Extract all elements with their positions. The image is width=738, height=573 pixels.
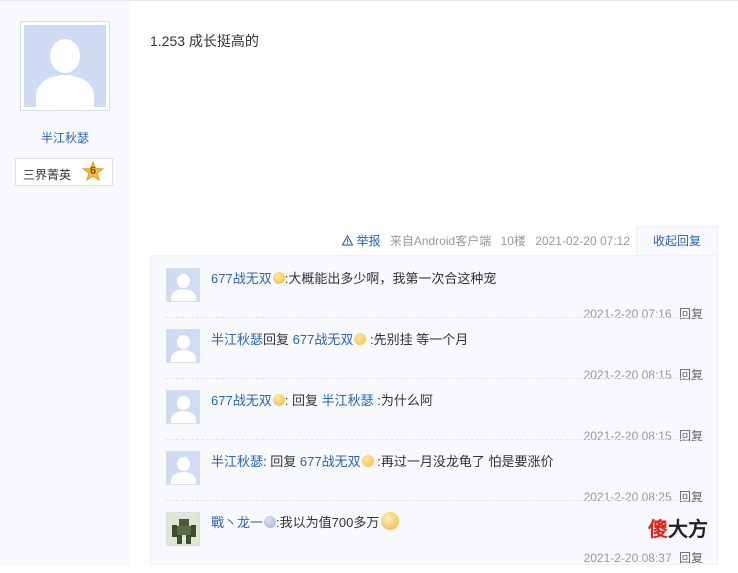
reply-username[interactable]: 半江秋瑟 <box>211 454 263 469</box>
reply-meta: 2021-2-20 08:15 回复 <box>584 427 703 444</box>
reply-avatar[interactable] <box>166 390 200 424</box>
list-item: 677战无双: 回复 半江秋瑟 :为什么阿 2021-2-20 08:15 回复 <box>166 390 703 451</box>
vip-icon <box>264 516 277 528</box>
badge-label: 三界菁英 <box>23 168 72 182</box>
reply-text: :再过一月没龙龟了 怕是要涨价 <box>377 454 554 469</box>
reply-avatar[interactable] <box>166 329 200 363</box>
watermark-red-text: 傻 <box>648 519 668 541</box>
reply-list: 677战无双 :大概能出多少啊，我第一次合这种宠 2021-2-20 07:16 … <box>150 255 718 565</box>
reply-text: :大概能出多少啊，我第一次合这种宠 <box>284 271 497 286</box>
emoji-icon <box>381 512 400 530</box>
reply-target[interactable]: 677战无双 <box>293 332 354 347</box>
reply-content: 677战无双 :大概能出多少啊，我第一次合这种宠 <box>211 268 496 287</box>
list-item: 半江秋瑟: 回复 677战无双 :再过一月没龙龟了 怕是要涨价 2021-2-2… <box>166 451 703 512</box>
reply-target[interactable]: 半江秋瑟 <box>322 393 374 408</box>
divider <box>166 317 703 319</box>
reply-avatar[interactable] <box>166 512 200 546</box>
reply-text: :先别挂 等一个月 <box>369 332 469 347</box>
reply-text: :为什么阿 <box>377 393 433 408</box>
warning-icon <box>341 234 354 246</box>
reply-button[interactable]: 回复 <box>679 551 703 565</box>
reply-content: 戰丶龙一 :我以为值700多万 <box>211 512 400 531</box>
watermark-black-text: 大方 <box>668 519 708 541</box>
reply-text: :我以为值700多万 <box>276 515 380 530</box>
divider <box>166 439 703 441</box>
reply-username[interactable]: 戰丶龙一 <box>211 515 263 530</box>
divider <box>166 378 703 380</box>
floor-number: 10楼 <box>500 234 526 248</box>
client-source[interactable]: 来自Android客户端 <box>390 234 491 248</box>
list-item: 戰丶龙一 :我以为值700多万 2021-2-20 08:37 回复 <box>166 512 703 573</box>
report-link[interactable]: 举报 <box>341 234 384 248</box>
reply-meta: 2021-2-20 08:37 回复 <box>584 549 703 566</box>
report-label: 举报 <box>356 234 381 248</box>
post-content: 1.253 成长挺高的 <box>150 33 259 49</box>
author-sidebar: 半江秋瑟 三界菁英 6 <box>0 1 130 565</box>
reply-content: 半江秋瑟回复 677战无双 :先别挂 等一个月 <box>211 329 468 348</box>
reply-username[interactable]: 677战无双 <box>211 393 272 408</box>
reply-meta: 2021-2-20 08:15 回复 <box>584 366 703 383</box>
reply-avatar[interactable] <box>166 451 200 485</box>
emoji-icon <box>361 455 374 467</box>
reply-username[interactable]: 677战无双 <box>211 271 272 286</box>
reply-content: 半江秋瑟: 回复 677战无双 :再过一月没龙龟了 怕是要涨价 <box>211 454 554 469</box>
reply-word: 回复 <box>263 332 290 347</box>
badge-level-number: 6 <box>89 165 97 177</box>
emoji-icon <box>354 333 367 345</box>
reply-target[interactable]: 677战无双 <box>300 454 361 469</box>
author-avatar[interactable] <box>20 21 110 111</box>
post-time: 2021-02-20 07:12 <box>535 234 630 248</box>
reply-meta: 2021-2-20 07:16 回复 <box>584 305 703 322</box>
level-badge[interactable]: 三界菁英 6 <box>15 158 113 186</box>
reply-meta: 2021-2-20 08:25 回复 <box>584 488 703 505</box>
mech-avatar-icon <box>167 513 199 545</box>
reply-avatar[interactable] <box>166 268 200 302</box>
reply-word: 回复 <box>270 454 297 469</box>
reply-username[interactable]: 半江秋瑟 <box>211 332 263 347</box>
reply-word: 回复 <box>291 393 318 408</box>
emoji-icon <box>272 272 285 284</box>
emoji-icon <box>272 394 285 406</box>
reply-content: 677战无双: 回复 半江秋瑟 :为什么阿 <box>211 393 433 408</box>
watermark-logo: 傻大方 <box>648 513 708 542</box>
collapse-replies-button[interactable]: 收起回复 <box>636 226 718 256</box>
reply-time: 2021-2-20 08:37 <box>583 551 672 565</box>
list-item: 半江秋瑟回复 677战无双 :先别挂 等一个月 2021-2-20 08:15 … <box>166 329 703 390</box>
author-username[interactable]: 半江秋瑟 <box>0 129 130 146</box>
list-item: 677战无双 :大概能出多少啊，我第一次合这种宠 2021-2-20 07:16 … <box>166 268 703 329</box>
divider <box>166 500 703 502</box>
default-avatar-icon <box>24 25 106 107</box>
post-tail: 举报 来自Android客户端 10楼 2021-02-20 07:12 <box>341 232 630 249</box>
